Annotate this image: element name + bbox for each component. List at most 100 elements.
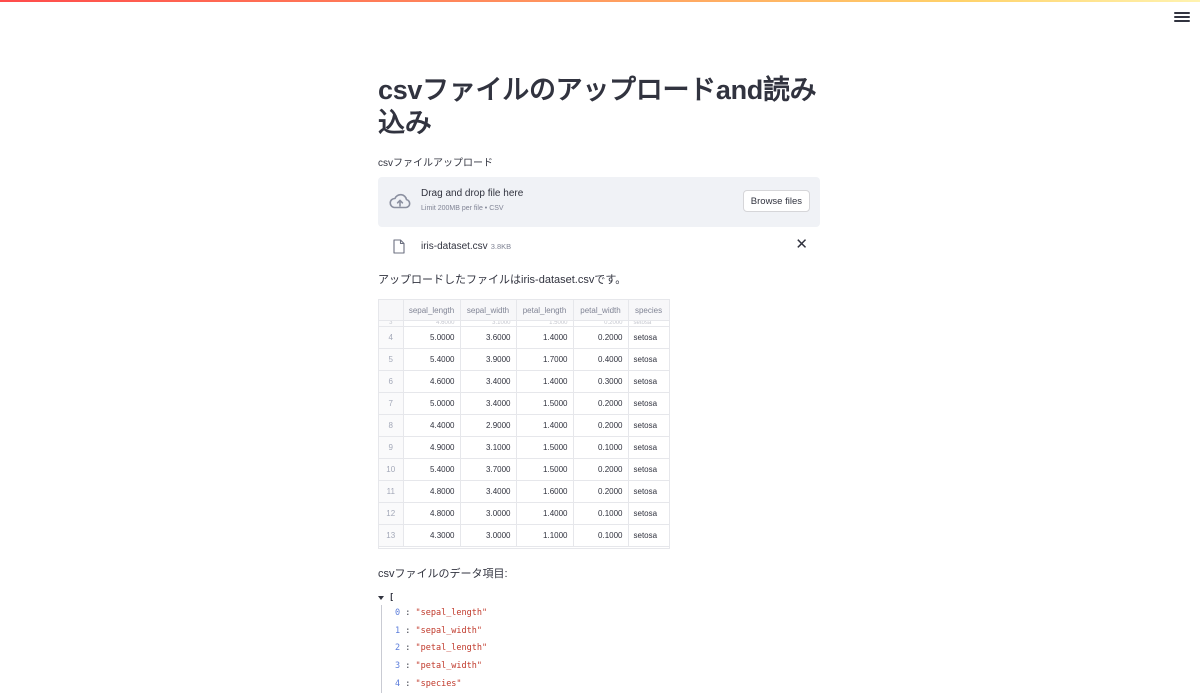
table-cell: 0.2000 <box>573 392 629 415</box>
table-cell: 1.5000 <box>516 436 574 459</box>
table-row: 4 5.0000 3.6000 1.4000 0.2000 setosa <box>379 326 669 349</box>
table-cell: 3.4000 <box>460 370 517 393</box>
table-cell: 3.4000 <box>460 392 517 415</box>
main-content: csvファイルのアップロードand読み込み csvファイルアップロード Drag… <box>378 74 820 693</box>
table-cell: 0.2000 <box>573 414 629 437</box>
table-cell: 0.2000 <box>573 326 629 349</box>
table-row: 5 5.4000 3.9000 1.7000 0.4000 setosa <box>379 348 669 371</box>
table-row: 12 4.8000 3.0000 1.4000 0.1000 setosa <box>379 502 669 525</box>
page-title: csvファイルのアップロードand読み込み <box>378 75 817 138</box>
table-cell: 4.4000 <box>403 414 461 437</box>
row-index: 9 <box>379 436 404 459</box>
table-cell: setosa <box>628 502 669 525</box>
table-row: 6 4.6000 3.4000 1.4000 0.3000 setosa <box>379 370 669 393</box>
row-index: 7 <box>379 392 404 415</box>
browse-files-button[interactable]: Browse files <box>742 190 810 212</box>
row-index: 5 <box>379 348 404 371</box>
table-cell: 1.6000 <box>516 480 574 503</box>
table-cell: setosa <box>628 436 669 459</box>
data-keys-title: csvファイルのデータ項目: <box>378 568 508 580</box>
table-cell: 2.9000 <box>460 414 517 437</box>
row-index: 6 <box>379 370 404 393</box>
table-cell: 1.1000 <box>516 524 574 547</box>
table-cell: 3.4000 <box>460 480 517 503</box>
menu-line <box>1174 12 1190 14</box>
table-cell: 5.4000 <box>403 348 461 371</box>
table-cell: 4.8000 <box>403 502 461 525</box>
json-item: 2 : "petal_length" <box>395 643 488 654</box>
open-bracket: [ <box>389 593 395 603</box>
status-message: アップロードしたファイルはiris-dataset.csvです。 <box>378 274 627 286</box>
column-header[interactable]: petal_width <box>573 300 629 321</box>
row-index: 10 <box>379 458 404 481</box>
json-value: "petal_width" <box>415 661 483 672</box>
row-index: 12 <box>379 502 404 525</box>
table-header-row: sepal_length sepal_width petal_length pe… <box>379 300 669 321</box>
dataframe-table[interactable]: sepal_length sepal_width petal_length pe… <box>378 299 670 549</box>
column-header[interactable] <box>379 300 404 321</box>
table-row: 11 4.8000 3.4000 1.6000 0.2000 setosa <box>379 480 669 503</box>
json-value: "petal_length" <box>415 643 488 654</box>
table-cell: 0.2000 <box>573 458 629 481</box>
json-item: 3 : "petal_width" <box>395 661 483 672</box>
table-cell: 1.5000 <box>516 458 574 481</box>
json-item: 4 : "species" <box>395 678 462 689</box>
json-viewer: [ 0 : "sepal_length" 1 : "sepal_width" 2… <box>378 591 820 693</box>
table-cell: 3.6000 <box>460 326 517 349</box>
table-cell: 0.1000 <box>573 524 629 547</box>
collapse-caret-icon[interactable] <box>378 596 384 600</box>
table-cell: 1.5000 <box>516 392 574 415</box>
table-cell: setosa <box>628 414 669 437</box>
table-cell: 3.0000 <box>460 502 517 525</box>
json-value: "species" <box>415 678 462 689</box>
table-row: 13 4.3000 3.0000 1.1000 0.1000 setosa <box>379 524 669 547</box>
json-value: "sepal_length" <box>415 608 488 618</box>
json-item: 1 : "sepal_width" <box>395 625 483 636</box>
dropzone-limit: Limit 200MB per file • CSV <box>421 205 504 212</box>
table-cell: setosa <box>628 326 669 349</box>
hamburger-menu-icon[interactable] <box>1174 10 1190 24</box>
table-cell: 0.1000 <box>573 436 629 459</box>
table-cell: 0.2000 <box>573 480 629 503</box>
column-header[interactable]: species <box>628 300 669 321</box>
table-cell: setosa <box>628 370 669 393</box>
file-name-wrap: iris-dataset.csv 3.8KB <box>421 241 511 252</box>
table-cell: setosa <box>628 392 669 415</box>
table-cell: 5.4000 <box>403 458 461 481</box>
row-index: 11 <box>379 480 404 503</box>
file-dropzone[interactable]: Drag and drop file here Limit 200MB per … <box>378 177 820 227</box>
column-header[interactable]: sepal_width <box>460 300 517 321</box>
table-cell: 1.7000 <box>516 348 574 371</box>
table-cell: setosa <box>628 480 669 503</box>
table-cell: 0.3000 <box>573 370 629 393</box>
table-row: 8 4.4000 2.9000 1.4000 0.2000 setosa <box>379 414 669 437</box>
cloud-upload-icon <box>389 193 411 209</box>
file-size: 3.8KB <box>490 242 512 251</box>
column-header[interactable]: sepal_length <box>403 300 461 321</box>
menu-line <box>1174 16 1190 18</box>
dropzone-text: Drag and drop file here Limit 200MB per … <box>421 188 523 212</box>
uploader-label: csvファイルアップロード <box>378 158 493 169</box>
json-items: 0 : "sepal_length" 1 : "sepal_width" 2 :… <box>381 605 820 693</box>
table-cell: 1.4000 <box>516 414 574 437</box>
row-index: 4 <box>379 326 404 349</box>
table-row: 10 5.4000 3.7000 1.5000 0.2000 setosa <box>379 458 669 481</box>
close-icon[interactable]: ✕ <box>795 237 808 253</box>
json-root: [ <box>378 591 820 605</box>
json-item: 0 : "sepal_length" <box>395 608 488 618</box>
table-cell: setosa <box>628 524 669 547</box>
table-cell: 1.4000 <box>516 502 574 525</box>
table-cell: 4.8000 <box>403 480 461 503</box>
row-index: 13 <box>379 524 404 547</box>
uploaded-file-row: iris-dataset.csv 3.8KB ✕ <box>378 227 820 265</box>
table-row: 7 5.0000 3.4000 1.5000 0.2000 setosa <box>379 392 669 415</box>
table-cell: 1.4000 <box>516 326 574 349</box>
table-cell: 3.7000 <box>460 458 517 481</box>
table-cell: 5.0000 <box>403 392 461 415</box>
table-cell: 3.0000 <box>460 524 517 547</box>
dropzone-title: Drag and drop file here <box>421 188 524 199</box>
row-index: 8 <box>379 414 404 437</box>
table-cell: 4.6000 <box>403 370 461 393</box>
table-cell: 0.1000 <box>573 502 629 525</box>
column-header[interactable]: petal_length <box>516 300 574 321</box>
